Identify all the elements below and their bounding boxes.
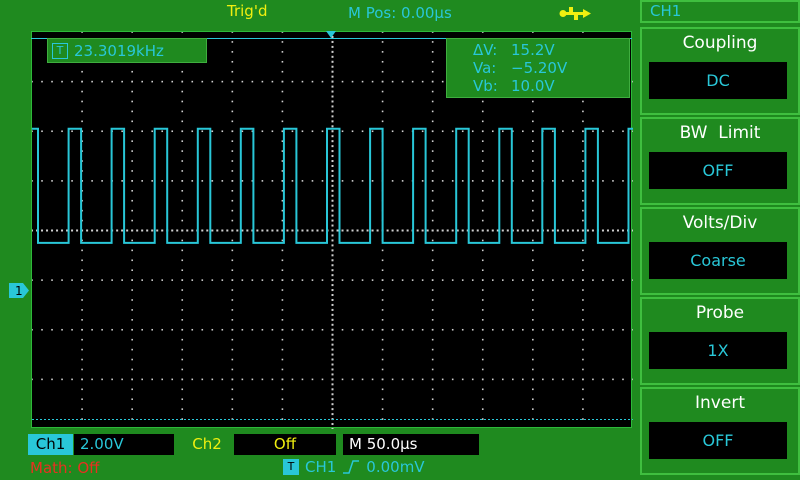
trigger-position-marker [326, 31, 336, 38]
delta-v-label: ΔV: [473, 41, 498, 59]
usb-icon [559, 7, 591, 20]
frequency-value: 23.3019kHz [74, 41, 164, 60]
menu-title: CH1 [640, 0, 800, 23]
va-value: −5.20V [511, 59, 568, 77]
menu-probe[interactable]: Probe 1X [640, 297, 800, 385]
menu-coupling-value: DC [649, 62, 787, 99]
cursor-readout: ΔV: 15.2V Va: −5.20V Vb: 10.0V [446, 38, 630, 98]
menu-bw-limit-label: BW Limit [679, 123, 761, 143]
timebase-readout: M 50.0μs [343, 434, 479, 455]
ch1-ground-marker[interactable]: 1 [9, 283, 29, 298]
menu-invert-value: OFF [649, 422, 787, 459]
measure-t-icon: T [52, 42, 68, 59]
trigger-info: T CH1 0.00mV [283, 458, 425, 476]
menu-probe-value: 1X [649, 332, 787, 369]
ch1-trace [32, 127, 633, 244]
menu-bw-limit-value: OFF [649, 152, 787, 189]
ch1-volts-div: 2.00V [74, 434, 174, 455]
ch1-status-label: Ch1 [28, 434, 73, 455]
ch1-menu: CH1 Coupling DC BW Limit OFF Volts/Div C… [640, 0, 800, 480]
ch1-marker-label: 1 [15, 284, 23, 298]
menu-volts-div[interactable]: Volts/Div Coarse [640, 207, 800, 295]
ch2-status-value: Off [234, 434, 336, 455]
math-status: Math: Off [30, 459, 100, 477]
menu-coupling-label: Coupling [682, 33, 758, 53]
menu-coupling[interactable]: Coupling DC [640, 27, 800, 115]
rising-edge-icon [343, 460, 360, 474]
delta-v-value: 15.2V [511, 41, 555, 59]
trigger-status: Trig'd [227, 2, 268, 20]
main-position-readout: M Pos: 0.00μs [348, 4, 452, 22]
vb-label: Vb: [473, 77, 498, 95]
trigger-level: 0.00mV [366, 458, 425, 476]
frequency-readout: T 23.3019kHz [47, 38, 207, 63]
menu-bw-limit[interactable]: BW Limit OFF [640, 117, 800, 205]
va-label: Va: [473, 59, 497, 77]
menu-volts-div-value: Coarse [649, 242, 787, 279]
trigger-t-icon: T [283, 459, 299, 475]
menu-volts-div-label: Volts/Div [682, 213, 758, 233]
menu-invert-label: Invert [695, 393, 745, 413]
vb-value: 10.0V [511, 77, 555, 95]
trigger-source: CH1 [305, 458, 337, 476]
menu-invert[interactable]: Invert OFF [640, 387, 800, 475]
ch2-status-label: Ch2 [182, 434, 232, 455]
menu-probe-label: Probe [695, 303, 745, 323]
